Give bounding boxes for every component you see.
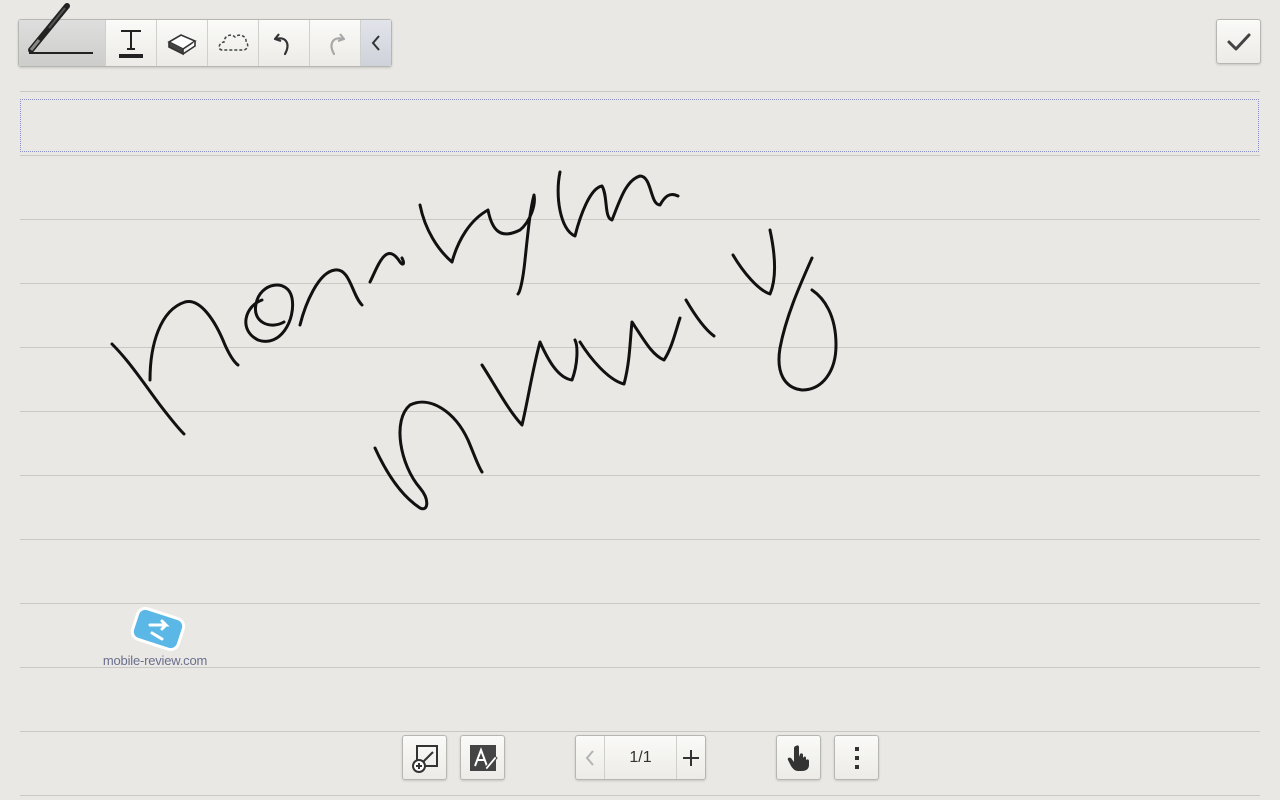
text-icon	[119, 30, 143, 58]
plus-icon	[683, 749, 699, 766]
ink-stroke	[244, 283, 295, 343]
ink-stroke	[684, 298, 716, 338]
chevron-left-icon	[371, 35, 380, 51]
page-navigator: 1/1	[575, 735, 706, 780]
ink-stroke	[298, 268, 364, 327]
insert-image-icon	[411, 744, 438, 773]
ink-stroke	[578, 316, 682, 386]
redo-button[interactable]	[310, 20, 361, 66]
text-style-icon	[469, 744, 498, 771]
undo-icon	[273, 33, 289, 56]
ink-stroke	[556, 170, 680, 238]
redo-icon	[330, 33, 346, 56]
checkmark-icon	[1227, 33, 1250, 50]
page-indicator: 1/1	[604, 736, 677, 779]
insert-image-button[interactable]	[402, 735, 447, 780]
add-page-button[interactable]	[677, 736, 705, 779]
hand-mode-button[interactable]	[776, 735, 821, 780]
ink-stroke	[480, 338, 579, 427]
watermark-text: mobile-review.com	[102, 653, 208, 668]
pen-toolbar	[18, 3, 392, 67]
ink-stroke	[418, 193, 536, 296]
collapse-toolbar-button[interactable]	[361, 20, 391, 66]
save-button[interactable]	[1216, 19, 1261, 64]
eraser-tool-button[interactable]	[157, 20, 208, 66]
ink-stroke	[368, 252, 405, 284]
ink-stroke	[110, 342, 186, 436]
ink-stroke	[777, 256, 838, 392]
handwriting-canvas[interactable]	[0, 0, 1280, 800]
ink-stroke	[373, 400, 484, 511]
previous-page-button[interactable]	[576, 736, 604, 779]
more-options-button[interactable]	[834, 735, 879, 780]
chevron-left-icon	[585, 749, 594, 766]
undo-button[interactable]	[259, 20, 310, 66]
text-style-button[interactable]	[460, 735, 505, 780]
lasso-tool-button[interactable]	[208, 20, 259, 66]
pen-icon	[27, 3, 93, 54]
text-tool-button[interactable]	[106, 20, 157, 66]
ink-stroke	[731, 228, 776, 296]
mobile-review-logo-icon	[130, 606, 186, 652]
pen-tool-button[interactable]	[19, 3, 106, 66]
lasso-icon	[218, 34, 249, 51]
more-vertical-icon	[854, 746, 859, 769]
ink-stroke	[148, 300, 240, 382]
watermark: mobile-review.com	[100, 605, 210, 675]
hand-icon	[787, 744, 809, 771]
eraser-icon	[167, 34, 197, 56]
